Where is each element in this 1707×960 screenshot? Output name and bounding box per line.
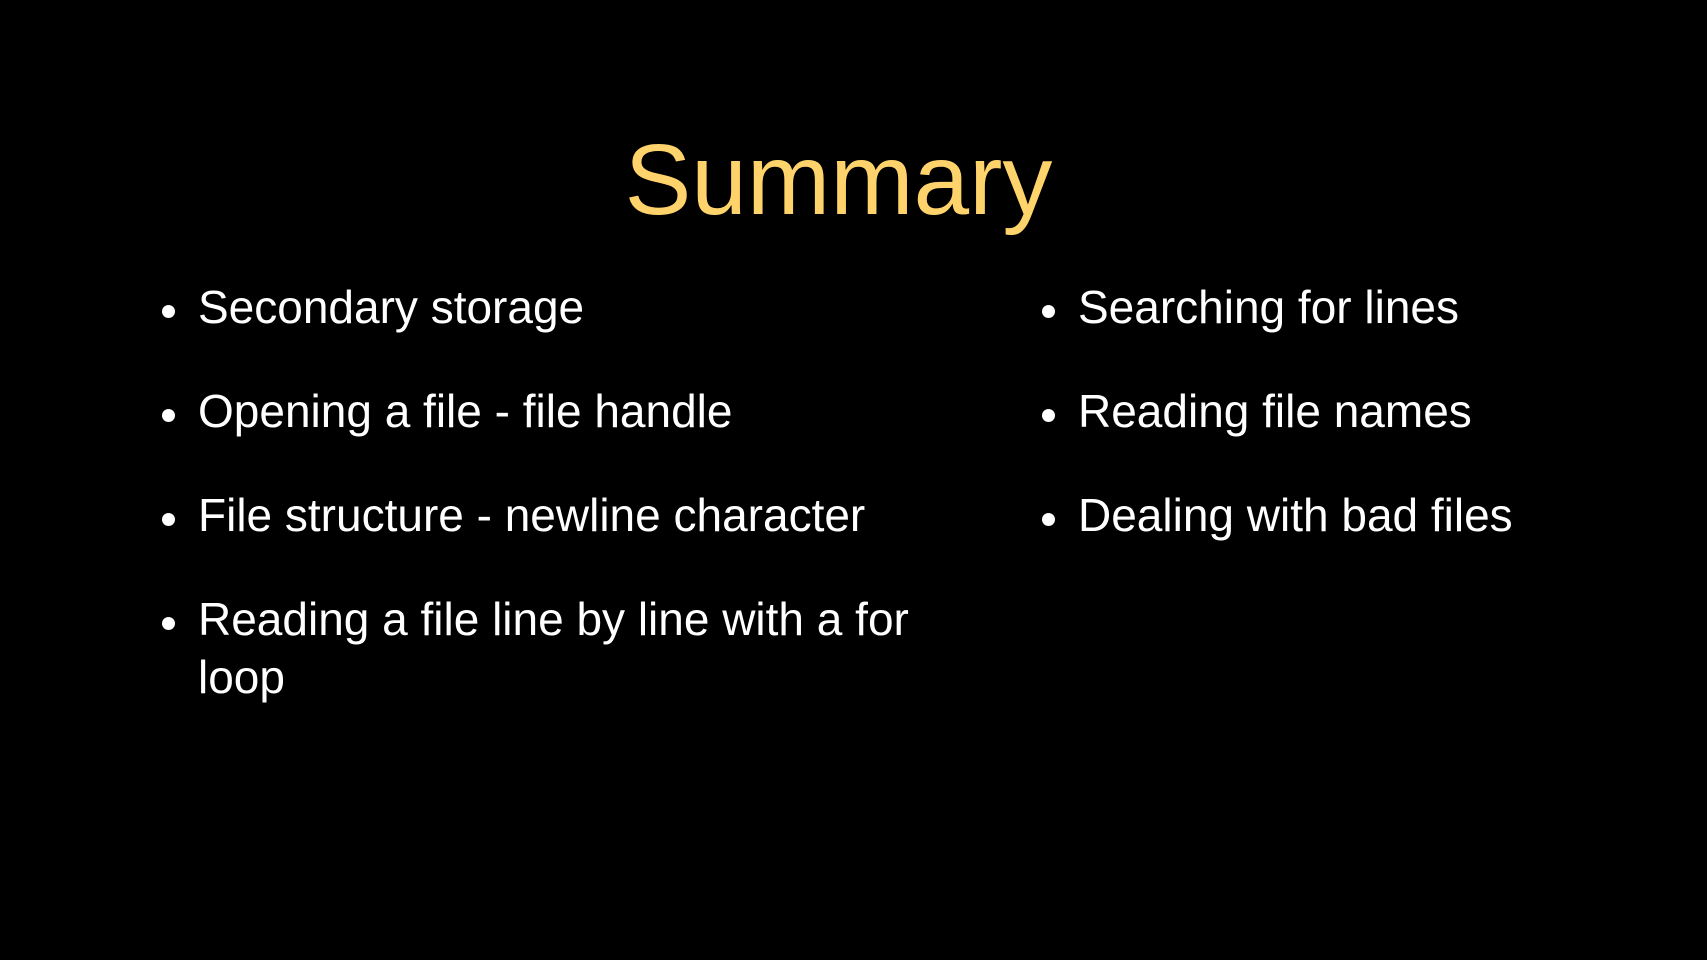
bullet-item: Reading a file line by line with a for l… [160, 590, 920, 706]
slide-title: Summary [624, 124, 1053, 236]
slide: Summary Secondary storage Opening a file… [0, 0, 1707, 960]
bullet-item: Dealing with bad files [1040, 486, 1640, 544]
bullet-item: File structure - newline character [160, 486, 920, 544]
bullet-item: Reading file names [1040, 382, 1640, 440]
bullet-item: Opening a file - file handle [160, 382, 920, 440]
bullet-item: Searching for lines [1040, 278, 1640, 336]
right-bullet-list: Searching for lines Reading file names D… [1040, 278, 1640, 590]
left-bullet-list: Secondary storage Opening a file - file … [160, 278, 920, 752]
bullet-item: Secondary storage [160, 278, 920, 336]
